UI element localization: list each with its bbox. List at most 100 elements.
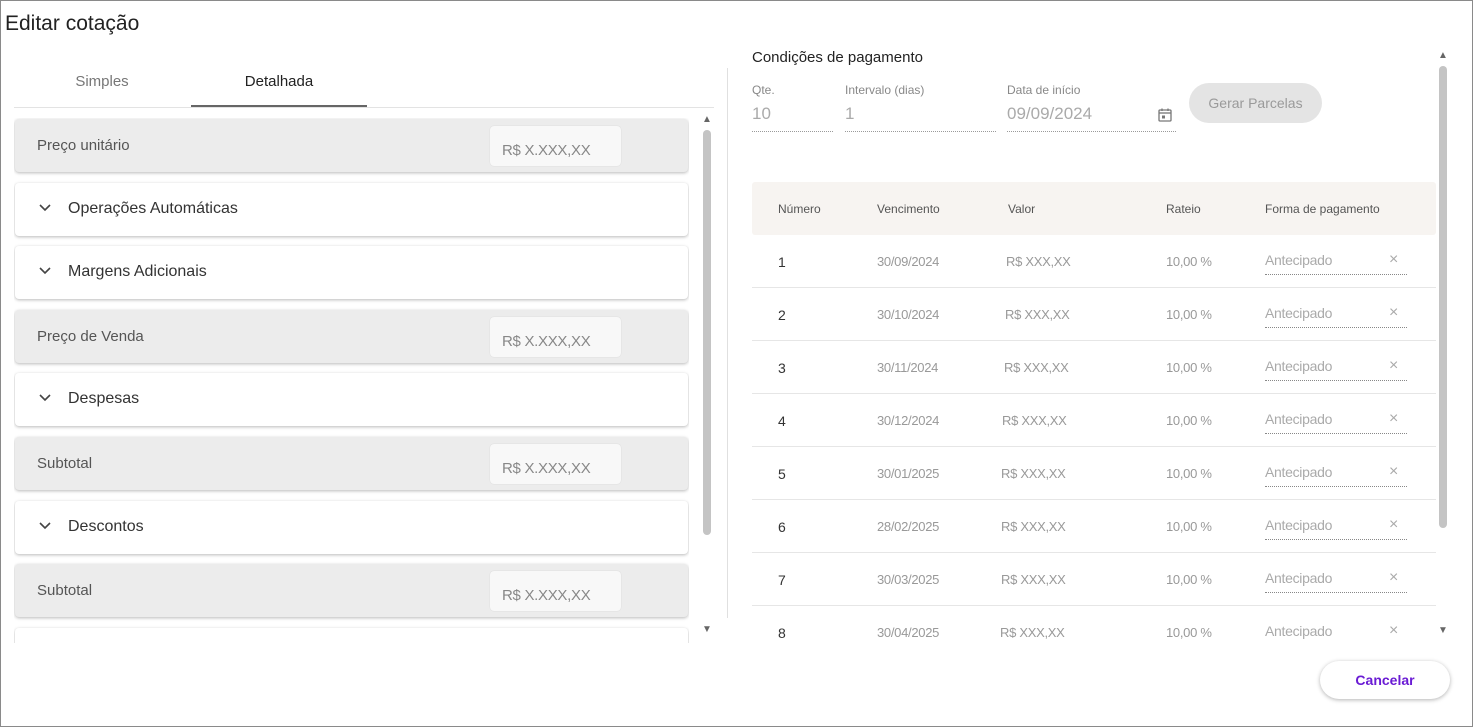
scrollbar-thumb[interactable]: [703, 130, 711, 535]
tab-simples[interactable]: Simples: [14, 60, 190, 107]
preco-unitario-row: Preço unitário R$ X.XXX,XX: [15, 119, 688, 172]
row-vencimento: 30/04/2025: [877, 625, 940, 640]
forma-pagamento-select[interactable]: Antecipado: [1265, 464, 1407, 487]
chevron-down-icon: [39, 204, 51, 212]
subtotal-input[interactable]: R$ X.XXX,XX: [490, 444, 621, 484]
row-vencimento: 30/01/2025: [877, 466, 940, 481]
tab-detalhada[interactable]: Detalhada: [191, 60, 367, 107]
subtotal-row: Subtotal R$ X.XXX,XX: [15, 564, 688, 617]
chevron-down-icon: [39, 522, 51, 530]
operacoes-automaticas-accordion[interactable]: Operações Automáticas: [15, 183, 688, 236]
right-scrollbar[interactable]: ▲ ▼: [1436, 48, 1450, 638]
preco-unitario-input[interactable]: R$ X.XXX,XX: [490, 126, 621, 166]
column-header-valor: Valor: [1008, 202, 1036, 216]
row-number: 7: [778, 572, 786, 588]
row-valor: R$ XXX,XX: [1001, 519, 1066, 534]
forma-pagamento-select[interactable]: Antecipado: [1265, 305, 1407, 328]
chevron-down-icon: [39, 394, 51, 402]
despesas-accordion[interactable]: Despesas: [15, 373, 688, 426]
table-row: 2 30/10/2024 R$ XXX,XX 10,00 % Antecipad…: [752, 288, 1436, 341]
gerar-parcelas-button[interactable]: Gerar Parcelas: [1189, 83, 1322, 123]
clear-icon[interactable]: ×: [1389, 516, 1398, 534]
left-scrollbar[interactable]: ▲ ▼: [700, 112, 714, 642]
row-valor: R$ XXX,XX: [1005, 307, 1070, 322]
row-rateio: 10,00 %: [1166, 572, 1212, 587]
table-row: 5 30/01/2025 R$ XXX,XX 10,00 % Antecipad…: [752, 447, 1436, 500]
forma-pagamento-select[interactable]: Antecipado: [1265, 411, 1407, 434]
payment-conditions-title: Condições de pagamento: [752, 49, 923, 66]
row-vencimento: 30/10/2024: [877, 307, 940, 322]
subtotal-label: Subtotal: [37, 582, 93, 599]
clear-icon[interactable]: ×: [1389, 357, 1398, 375]
intervalo-label: Intervalo (dias): [845, 83, 925, 97]
operacoes-automaticas-label: Operações Automáticas: [68, 200, 238, 217]
forma-pagamento-select[interactable]: Antecipado: [1265, 623, 1407, 642]
qte-input[interactable]: 10: [752, 104, 833, 132]
calendar-icon[interactable]: [1157, 107, 1173, 123]
row-vencimento: 30/03/2025: [877, 572, 940, 587]
row-rateio: 10,00 %: [1166, 254, 1212, 269]
scroll-down-icon[interactable]: ▼: [702, 624, 712, 635]
row-vencimento: 30/12/2024: [877, 413, 940, 428]
row-number: 3: [778, 360, 786, 376]
row-number: 8: [778, 625, 786, 641]
table-row: 1 30/09/2024 R$ XXX,XX 10,00 % Antecipad…: [752, 235, 1436, 288]
row-valor: R$ XXX,XX: [1004, 360, 1069, 375]
row-number: 2: [778, 307, 786, 323]
row-valor: R$ XXX,XX: [1006, 254, 1071, 269]
clear-icon[interactable]: ×: [1389, 569, 1398, 587]
column-header-forma-pagamento: Forma de pagamento: [1265, 202, 1380, 216]
row-rateio: 10,00 %: [1166, 360, 1212, 375]
pricing-list: Preço unitário R$ X.XXX,XX Operações Aut…: [14, 118, 689, 643]
table-row: 7 30/03/2025 R$ XXX,XX 10,00 % Antecipad…: [752, 553, 1436, 606]
row-rateio: 10,00 %: [1166, 307, 1212, 322]
preco-venda-input[interactable]: R$ X.XXX,XX: [490, 317, 621, 357]
row-vencimento: 30/11/2024: [877, 360, 939, 375]
row-valor: R$ XXX,XX: [1001, 572, 1066, 587]
table-row: 6 28/02/2025 R$ XXX,XX 10,00 % Antecipad…: [752, 500, 1436, 553]
chevron-down-icon: [39, 267, 51, 275]
scroll-down-icon[interactable]: ▼: [1438, 625, 1448, 636]
row-vencimento: 28/02/2025: [877, 519, 940, 534]
preco-venda-label: Preço de Venda: [37, 328, 144, 345]
cancel-button[interactable]: Cancelar: [1320, 661, 1450, 699]
preco-unitario-label: Preço unitário: [37, 137, 130, 154]
subtotal-label: Subtotal: [37, 455, 93, 472]
clear-icon[interactable]: ×: [1389, 463, 1398, 481]
forma-pagamento-select[interactable]: Antecipado: [1265, 358, 1407, 381]
row-rateio: 10,00 %: [1166, 625, 1212, 640]
margens-adicionais-accordion[interactable]: Margens Adicionais: [15, 246, 688, 299]
scroll-up-icon[interactable]: ▲: [1438, 50, 1448, 61]
subtotal-input[interactable]: R$ X.XXX,XX: [490, 571, 621, 611]
descontos-label: Descontos: [68, 518, 144, 535]
row-valor: R$ XXX,XX: [1001, 466, 1066, 481]
table-row: 3 30/11/2024 R$ XXX,XX 10,00 % Antecipad…: [752, 341, 1436, 394]
row-rateio: 10,00 %: [1166, 466, 1212, 481]
clear-icon[interactable]: ×: [1389, 622, 1398, 640]
clear-icon[interactable]: ×: [1389, 410, 1398, 428]
descontos-accordion[interactable]: Descontos: [15, 501, 688, 554]
column-header-numero: Número: [778, 202, 821, 216]
row-rateio: 10,00 %: [1166, 413, 1212, 428]
forma-pagamento-select[interactable]: Antecipado: [1265, 517, 1407, 540]
row-number: 4: [778, 413, 786, 429]
forma-pagamento-select[interactable]: Antecipado: [1265, 252, 1407, 275]
clear-icon[interactable]: ×: [1389, 251, 1398, 269]
row-vencimento: 30/09/2024: [877, 254, 940, 269]
data-inicio-input[interactable]: 09/09/2024: [1007, 104, 1176, 132]
intervalo-input[interactable]: 1: [845, 104, 996, 132]
table-header: Número Vencimento Valor Rateio Forma de …: [752, 182, 1436, 235]
clear-icon[interactable]: ×: [1389, 304, 1398, 322]
quote-mode-tabs: Simples Detalhada: [14, 60, 714, 108]
forma-pagamento-select[interactable]: Antecipado: [1265, 570, 1407, 593]
scrollbar-thumb[interactable]: [1439, 66, 1447, 528]
row-valor: R$ XXX,XX: [1002, 413, 1067, 428]
installments-table: Número Vencimento Valor Rateio Forma de …: [752, 182, 1436, 642]
table-row: 8 30/04/2025 R$ XXX,XX 10,00 % Antecipad…: [752, 606, 1436, 642]
qte-label: Qte.: [752, 83, 775, 97]
row-rateio: 10,00 %: [1166, 519, 1212, 534]
column-header-vencimento: Vencimento: [877, 202, 940, 216]
scroll-up-icon[interactable]: ▲: [702, 114, 712, 125]
data-inicio-label: Data de início: [1007, 83, 1081, 97]
subtotal-row: Subtotal R$ X.XXX,XX: [15, 437, 688, 490]
